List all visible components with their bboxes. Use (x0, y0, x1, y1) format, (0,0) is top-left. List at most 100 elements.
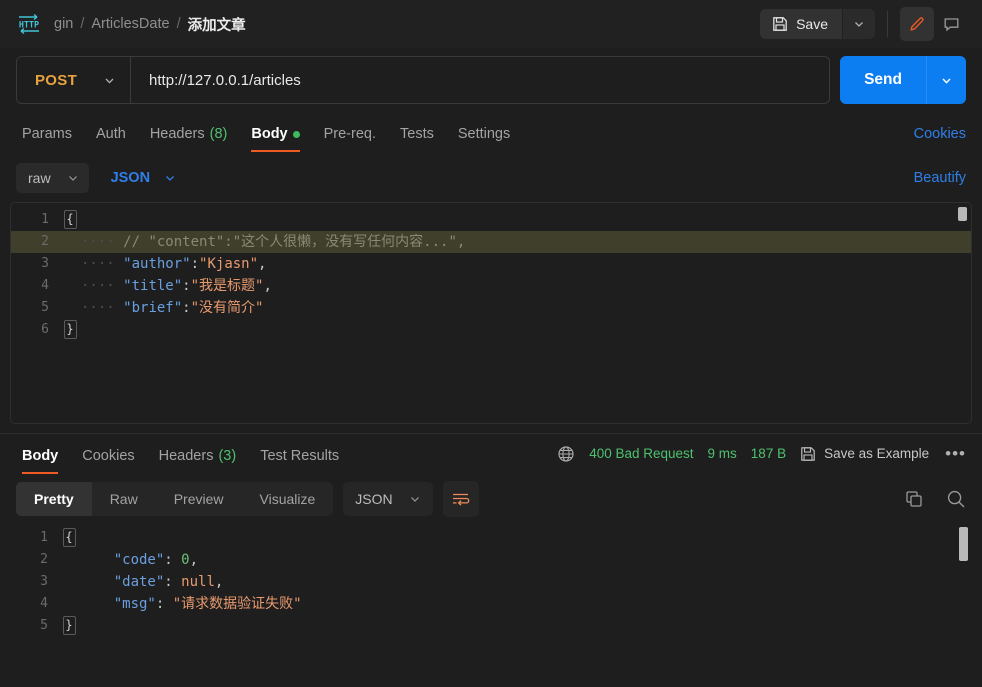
view-mode-pretty[interactable]: Pretty (16, 482, 92, 516)
response-format-selector[interactable]: JSON (343, 482, 433, 516)
response-view-mode-group: Pretty Raw Preview Visualize (16, 482, 334, 516)
brace-glyph: { (62, 528, 76, 547)
fold-brace-marker[interactable]: { (63, 209, 77, 231)
breadcrumb-item-request[interactable]: 添加文章 (188, 14, 246, 35)
tab-auth[interactable]: Auth (84, 126, 138, 152)
tab-headers[interactable]: Headers (8) (138, 126, 240, 152)
chevron-down-icon (164, 172, 176, 184)
tab-settings[interactable]: Settings (446, 126, 522, 152)
token-k: "code" (113, 552, 165, 568)
body-type-selector[interactable]: raw (16, 163, 89, 193)
line-number: 4 (40, 596, 48, 611)
tab-label: Body (251, 126, 288, 142)
tab-body[interactable]: Body (239, 126, 311, 152)
tab-tests[interactable]: Tests (388, 126, 446, 152)
request-body-code[interactable]: 1{2 ···· // "content":"这个人很懒，没有写任何内容...",… (11, 203, 971, 423)
top-bar-actions: Save (760, 7, 968, 41)
tab-count: (8) (209, 126, 228, 142)
token-s: "没有简介" (190, 300, 264, 316)
url-box: POST (16, 56, 831, 104)
tab-label: Tests (400, 126, 434, 142)
cookies-link[interactable]: Cookies (914, 126, 966, 152)
breadcrumb-separator: / (176, 16, 181, 32)
token-p: , (258, 256, 267, 272)
method-selector[interactable]: POST (17, 57, 132, 103)
save-as-example-label: Save as Example (824, 446, 930, 461)
body-language-selector[interactable]: JSON (103, 163, 185, 193)
tab-label: Pre-req. (323, 126, 376, 142)
code-line[interactable]: 2 "code": 0, (10, 549, 972, 571)
tab-pre-request[interactable]: Pre-req. (312, 126, 388, 152)
chevron-down-icon (67, 172, 79, 184)
token-ind (80, 596, 114, 612)
code-line[interactable]: 2 ···· // "content":"这个人很懒，没有写任何内容...", (11, 231, 971, 253)
save-button-label: Save (796, 16, 828, 32)
comments-button[interactable] (934, 7, 968, 41)
url-input[interactable] (131, 71, 830, 89)
token-cm: // "content":"这个人很懒，没有写任何内容...", (123, 234, 466, 250)
token-n: 0 (181, 552, 190, 568)
line-number: 3 (41, 256, 49, 271)
send-options-dropdown[interactable] (926, 56, 966, 104)
breadcrumb-separator: / (80, 16, 85, 32)
token-s: "请求数据验证失败" (172, 596, 302, 612)
tab-label: Test Results (260, 447, 340, 464)
code-line[interactable]: 3 "date": null, (10, 571, 972, 593)
request-editor-scrollbar[interactable] (957, 203, 967, 423)
fold-brace-marker[interactable]: } (62, 615, 76, 637)
send-group: Send (840, 56, 966, 104)
token-ind: ···· (81, 278, 124, 294)
view-mode-raw[interactable]: Raw (92, 482, 156, 516)
tab-label: Headers (149, 126, 205, 142)
send-button[interactable]: Send (840, 56, 926, 104)
save-as-example-button[interactable]: Save as Example (800, 446, 929, 462)
code-line[interactable]: 4 "msg": "请求数据验证失败" (10, 593, 972, 615)
code-line[interactable]: 3 ···· "author":"Kjasn", (11, 253, 971, 275)
fold-brace-marker[interactable]: { (62, 527, 76, 549)
view-mode-preview[interactable]: Preview (156, 482, 242, 516)
request-editor-scroll-thumb[interactable] (958, 207, 967, 221)
response-tab-body[interactable]: Body (16, 448, 70, 474)
response-editor-scrollbar[interactable] (958, 521, 968, 668)
request-body-editor[interactable]: 1{2 ···· // "content":"这个人很懒，没有写任何内容...",… (10, 202, 972, 424)
svg-text:HTTP: HTTP (19, 20, 39, 30)
code-line[interactable]: 5 ···· "brief":"没有简介" (11, 297, 971, 319)
code-text: "date": null, (76, 571, 224, 593)
code-line[interactable]: 1{ (11, 209, 971, 231)
edit-request-button[interactable] (900, 7, 934, 41)
code-line[interactable]: 5} (10, 615, 972, 637)
response-body-code[interactable]: 1{2 "code": 0, 3 "date": null, 4 "msg": "请… (10, 521, 972, 668)
ellipsis-icon[interactable]: ••• (943, 444, 966, 464)
save-options-dropdown[interactable] (843, 9, 875, 39)
line-number: 1 (41, 212, 49, 227)
code-line[interactable]: 1{ (10, 527, 972, 549)
breadcrumb-item-collection[interactable]: gin (54, 16, 73, 32)
code-text: "code": 0, (76, 549, 198, 571)
token-ind (80, 574, 114, 590)
response-editor-scroll-thumb[interactable] (959, 527, 968, 561)
code-line[interactable]: 6} (11, 319, 971, 341)
token-p: : (164, 552, 182, 568)
response-tab-test-results[interactable]: Test Results (248, 448, 351, 474)
code-line[interactable]: 4 ···· "title":"我是标题", (11, 275, 971, 297)
tab-params[interactable]: Params (16, 126, 84, 152)
token-p: : (190, 256, 200, 272)
pencil-icon (908, 15, 926, 33)
token-ind (80, 552, 114, 568)
response-tab-headers[interactable]: Headers (3) (147, 448, 249, 474)
fold-brace-marker[interactable]: } (63, 319, 77, 341)
response-time: 9 ms (707, 446, 737, 461)
token-s: "我是标题" (190, 278, 264, 294)
copy-icon[interactable] (904, 489, 924, 509)
save-button[interactable]: Save (760, 9, 842, 39)
http-protocol-icon: HTTP (16, 13, 42, 35)
status-badge: 400 Bad Request (589, 446, 694, 461)
response-tab-cookies[interactable]: Cookies (70, 448, 146, 474)
search-icon[interactable] (946, 489, 966, 509)
word-wrap-toggle[interactable] (442, 481, 479, 517)
beautify-button[interactable]: Beautify (914, 170, 966, 186)
breadcrumb-item-folder[interactable]: ArticlesDate (91, 16, 169, 32)
response-body-editor[interactable]: 1{2 "code": 0, 3 "date": null, 4 "msg": "请… (10, 521, 972, 668)
globe-icon[interactable] (557, 445, 575, 463)
view-mode-visualize[interactable]: Visualize (242, 482, 334, 516)
